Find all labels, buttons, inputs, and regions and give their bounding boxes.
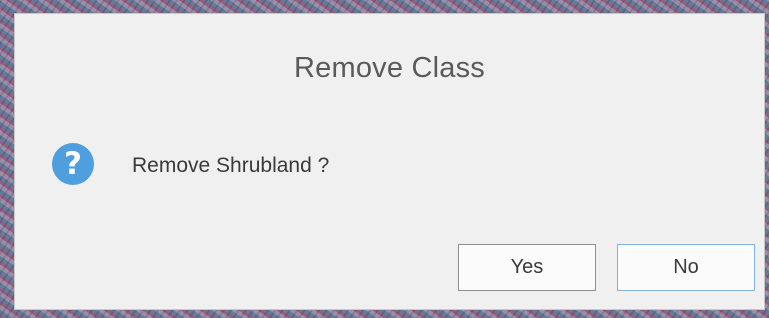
- dialog-title: Remove Class: [294, 52, 485, 84]
- no-button[interactable]: No: [617, 244, 755, 291]
- dialog-message: Remove Shrubland ?: [132, 154, 330, 177]
- question-icon: ?: [52, 143, 94, 185]
- remove-class-dialog: Remove Class ? Remove Shrubland ? Yes No: [14, 13, 765, 310]
- yes-button[interactable]: Yes: [458, 244, 596, 291]
